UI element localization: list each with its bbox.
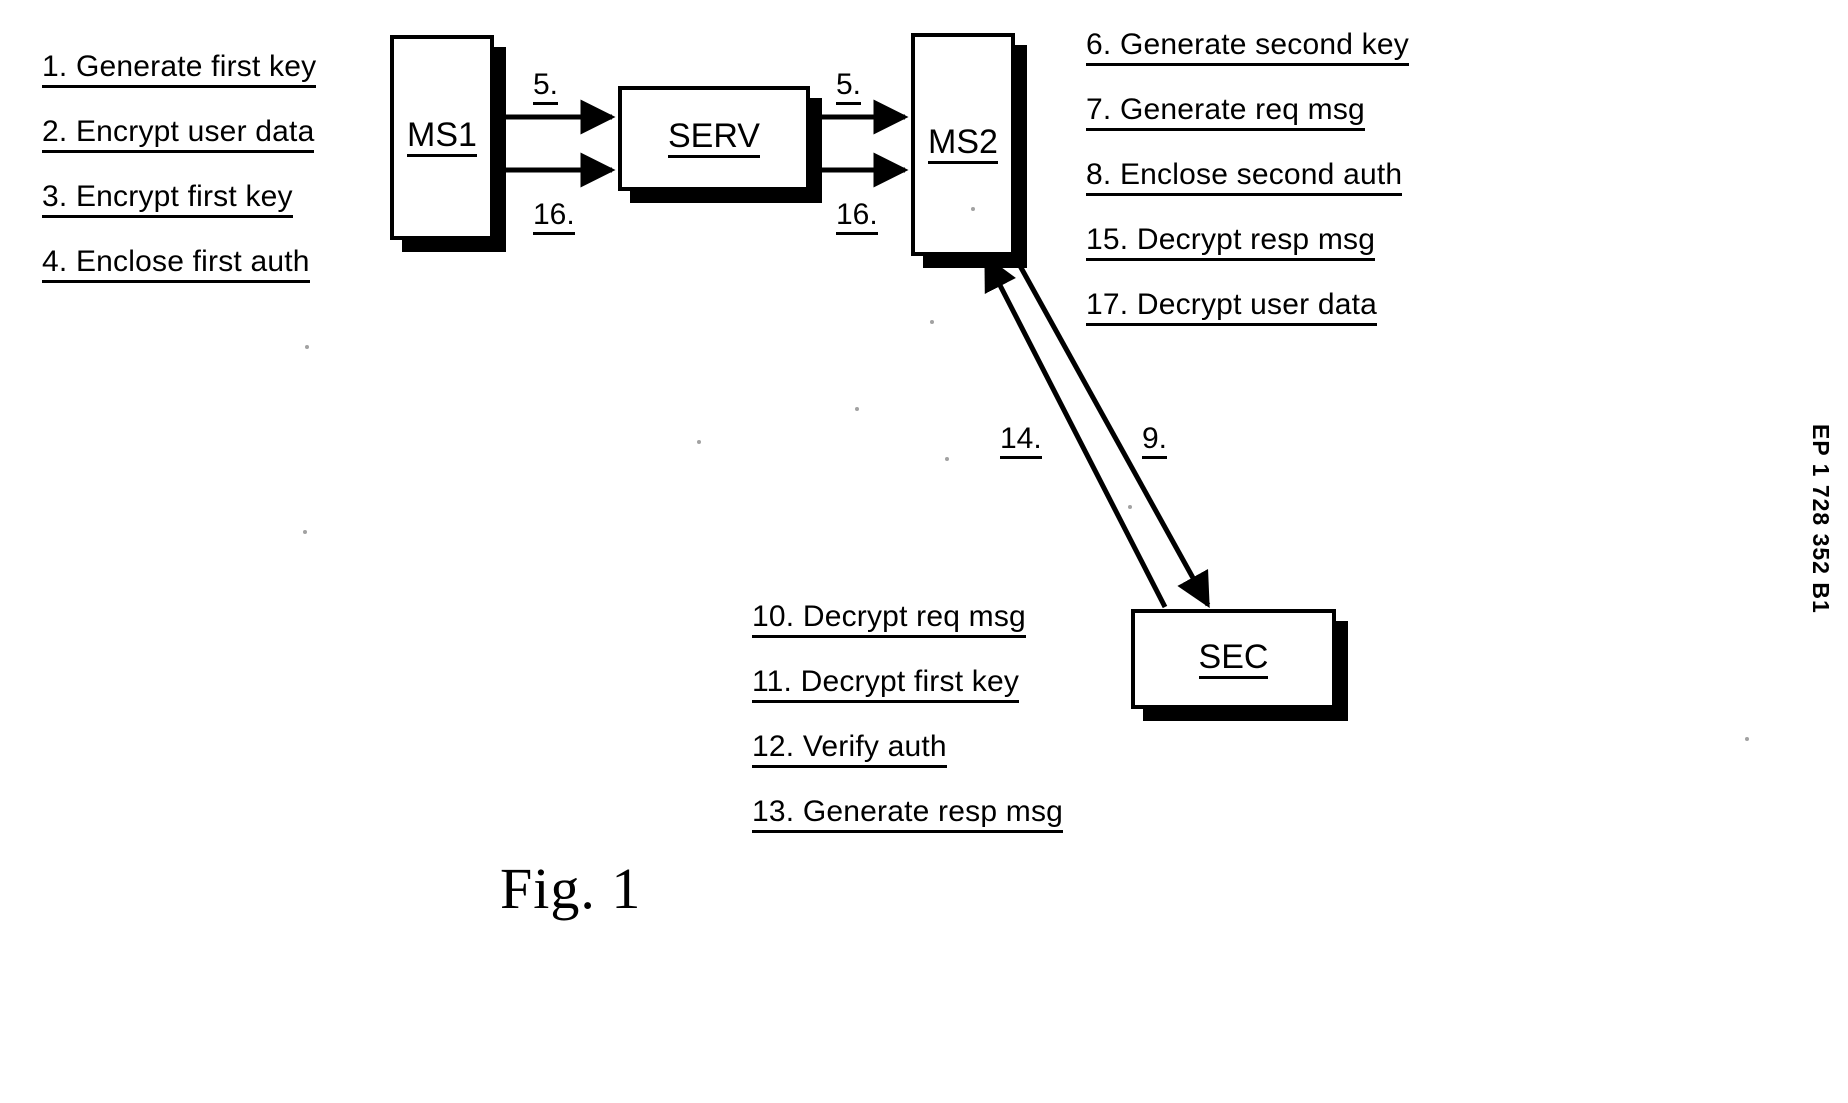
step-item: 15. Decrypt resp msg [1086, 225, 1376, 261]
step-item: 10. Decrypt req msg [752, 602, 1026, 638]
scan-speck [930, 320, 934, 324]
node-label: SERV [668, 119, 760, 158]
node-label: MS2 [928, 125, 998, 164]
scan-speck [1745, 737, 1749, 741]
step-item: 17. Decrypt user data [1086, 290, 1378, 326]
connector-label-5-serv-ms2: 5. [836, 70, 862, 105]
scan-speck [945, 457, 949, 461]
step-item: 7. Generate req msg [1086, 95, 1365, 131]
step-item: 3. Encrypt first key [42, 182, 293, 218]
node-face: MS2 [911, 33, 1015, 256]
step-item: 12. Verify auth [752, 732, 947, 768]
connector-label-16-ms2-serv: 16. [836, 200, 878, 235]
connector-label-5-ms1-serv: 5. [533, 70, 559, 105]
node-ms2: MS2 [911, 33, 1027, 268]
node-ms1: MS1 [390, 35, 506, 252]
node-sec: SEC [1131, 609, 1348, 721]
scan-speck [305, 345, 309, 349]
figure-caption: Fig. 1 [500, 856, 642, 921]
scan-speck [303, 530, 307, 534]
scan-speck [1128, 505, 1132, 509]
connector-label-9-ms2-sec: 9. [1142, 424, 1168, 459]
node-face: SERV [618, 86, 810, 191]
node-face: MS1 [390, 35, 494, 240]
step-item: 2. Encrypt user data [42, 117, 315, 153]
step-list-left: 1. Generate first key 2. Encrypt user da… [42, 52, 317, 312]
connector-label-16-serv-ms1: 16. [533, 200, 575, 235]
step-item: 11. Decrypt first key [752, 667, 1020, 703]
scan-speck [855, 407, 859, 411]
scan-speck [971, 207, 975, 211]
patent-number-vertical: EP 1 728 352 B1 [1808, 424, 1834, 614]
node-label: SEC [1198, 640, 1269, 679]
scan-speck [697, 440, 701, 444]
step-item: 1. Generate first key [42, 52, 317, 88]
node-label: MS1 [407, 118, 477, 157]
node-face: SEC [1131, 609, 1336, 709]
node-serv: SERV [618, 86, 822, 203]
step-list-right: 6. Generate second key 7. Generate req m… [1086, 30, 1409, 355]
step-item: 4. Enclose first auth [42, 247, 310, 283]
step-item: 13. Generate resp msg [752, 797, 1064, 833]
step-list-bottom: 10. Decrypt req msg 11. Decrypt first ke… [752, 602, 1064, 862]
step-item: 6. Generate second key [1086, 30, 1409, 66]
step-item: 8. Enclose second auth [1086, 160, 1403, 196]
connector-label-14-sec-ms2: 14. [1000, 424, 1042, 459]
patent-figure-page: 1. Generate first key 2. Encrypt user da… [0, 0, 1848, 1103]
